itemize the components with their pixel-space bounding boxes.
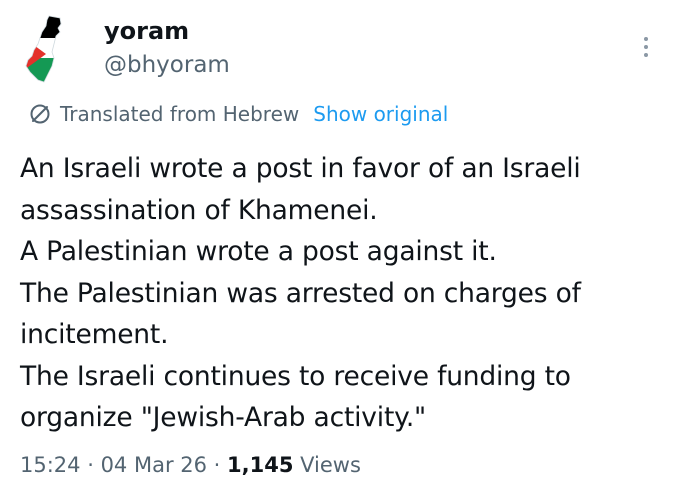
more-options-icon[interactable] bbox=[636, 30, 656, 64]
tweet: yoram @bhyoram Translated from Hebrew Sh… bbox=[0, 0, 680, 495]
more-dot bbox=[644, 45, 648, 49]
avatar[interactable] bbox=[16, 14, 86, 84]
tweet-line: The Palestinian was arrested on charges … bbox=[20, 277, 581, 309]
more-dot bbox=[644, 53, 648, 57]
tweet-time[interactable]: 15:24 bbox=[20, 453, 81, 477]
meta-separator: · bbox=[80, 453, 101, 477]
user-display-name[interactable]: yoram bbox=[104, 16, 189, 46]
translated-label: Translated from Hebrew bbox=[60, 102, 300, 126]
show-original-link[interactable]: Show original bbox=[313, 100, 448, 128]
palestine-map-flag-icon bbox=[25, 15, 62, 83]
tweet-line: incitement. bbox=[20, 319, 169, 350]
meta-separator: · bbox=[206, 453, 228, 477]
tweet-line: organize "Jewish-Arab activity." bbox=[20, 402, 427, 433]
more-dot bbox=[644, 37, 648, 41]
views-count[interactable]: 1,145 bbox=[227, 453, 293, 477]
user-handle[interactable]: @bhyoram bbox=[104, 50, 230, 80]
tweet-line: A Palestinian wrote a post against it. bbox=[20, 236, 497, 267]
tweet-text: An Israeli wrote a post in favor of an I… bbox=[20, 148, 665, 439]
tweet-line: An Israeli wrote a post in favor of an I… bbox=[20, 153, 581, 184]
tweet-meta: 15:24 · 04 Mar 26 · 1,145 Views bbox=[20, 450, 361, 480]
tweet-line: The Israeli continues to receive funding… bbox=[20, 360, 571, 392]
translate-icon bbox=[30, 104, 50, 124]
tweet-line: assassination of Khamenei. bbox=[20, 194, 378, 226]
views-label: Views bbox=[293, 453, 361, 477]
tweet-date[interactable]: 04 Mar 26 bbox=[101, 453, 207, 477]
translation-bar: Translated from Hebrew Show original bbox=[28, 100, 448, 128]
